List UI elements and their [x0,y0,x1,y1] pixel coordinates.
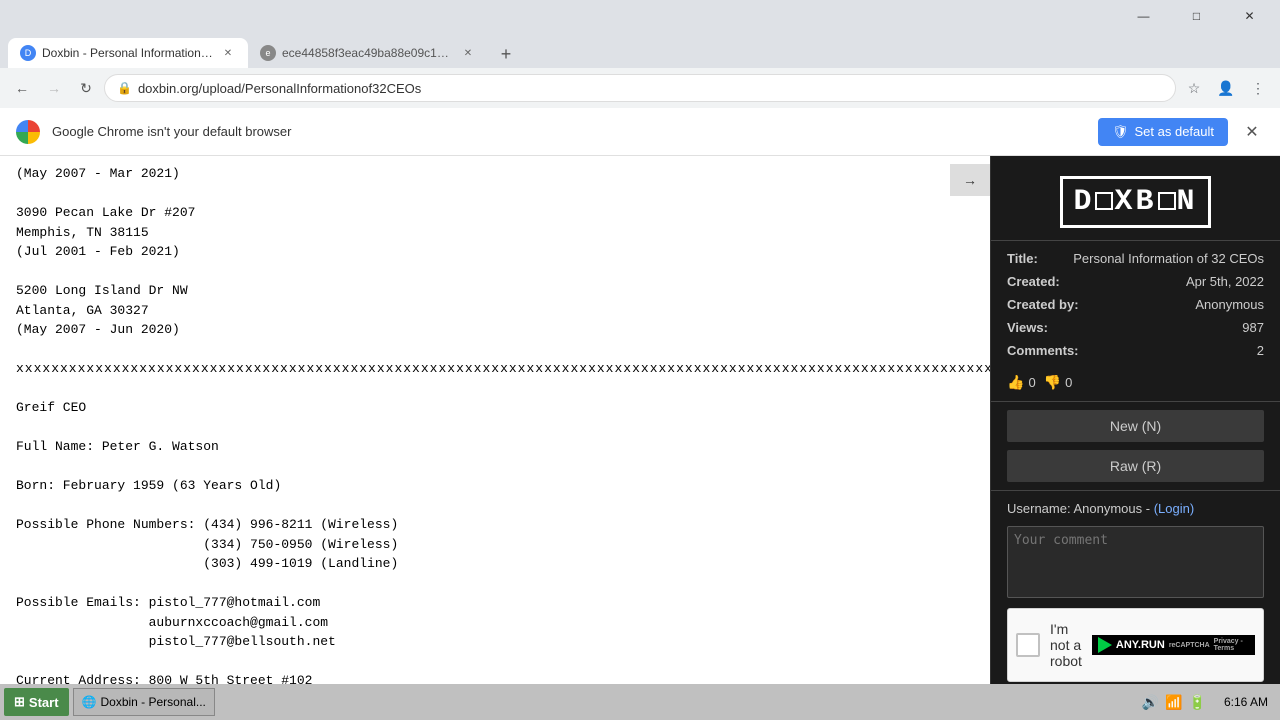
close-button[interactable]: ✕ [1227,2,1272,30]
taskbar-clock: 6:16 AM [1216,695,1276,709]
tab-1[interactable]: D Doxbin - Personal Information of 32...… [8,38,248,68]
views-row: Views: 987 [1007,318,1264,337]
url-text: doxbin.org/upload/PersonalInformationof3… [138,81,1163,96]
start-label: Start [29,695,59,710]
taskbar-system-icons: 🔊 📶 🔋 [1136,694,1212,711]
chrome-favicon: 🌐 [82,695,97,709]
logo-container: DXBN [991,156,1280,240]
created-label: Created: [1007,274,1060,289]
tabs-bar: D Doxbin - Personal Information of 32...… [0,32,1280,68]
thumbs-up-button[interactable]: 👍 0 [1007,374,1036,391]
title-value: Personal Information of 32 CEOs [1073,251,1264,266]
windows-icon: ⊞ [14,694,25,710]
bookmark-button[interactable]: ☆ [1180,74,1208,102]
taskbar: ⊞ Start 🌐 Doxbin - Personal... 🔊 📶 🔋 6:1… [0,684,1280,720]
tab-title-1: Doxbin - Personal Information of 32... [42,46,214,60]
shield-icon: 🛡 [1112,124,1129,140]
views-value: 987 [1242,320,1264,335]
tab-close-2[interactable]: ✕ [460,45,476,61]
divider-1 [991,401,1280,402]
main-area: → (May 2007 - Mar 2021) 3090 Pecan Lake … [0,156,1280,720]
thumbs-up-count: 0 [1028,375,1035,390]
arrow-button[interactable]: → [950,164,990,196]
username-row: Username: Anonymous - (Login) [991,495,1280,522]
content-area: → (May 2007 - Mar 2021) 3090 Pecan Lake … [0,156,990,720]
anyrun-logo: ANY.RUN reCAPTCHA Privacy - Terms [1092,635,1255,655]
dox-content: (May 2007 - Mar 2021) 3090 Pecan Lake Dr… [0,156,990,720]
recaptcha-label: I'm not a robot [1050,621,1082,669]
taskbar-item-label: Doxbin - Personal... [100,695,205,709]
login-link[interactable]: (Login) [1154,501,1194,516]
comment-textarea[interactable] [1007,526,1264,598]
sidebar: DXBN Title: Personal Information of 32 C… [990,156,1280,720]
url-bar[interactable]: 🔒 doxbin.org/upload/PersonalInformationo… [104,74,1176,102]
thumbs-down-button[interactable]: 👎 0 [1044,374,1073,391]
comments-row: Comments: 2 [1007,341,1264,360]
chrome-logo-icon [16,120,40,144]
views-label: Views: [1007,320,1048,335]
created-by-row: Created by: Anonymous [1007,295,1264,314]
set-default-button[interactable]: 🛡 Set as default [1098,118,1228,146]
recaptcha-privacy: Privacy - Terms [1214,638,1249,652]
lock-icon: 🔒 [117,81,132,95]
taskbar-chrome-item[interactable]: 🌐 Doxbin - Personal... [73,688,215,716]
created-by-value: Anonymous [1195,297,1264,312]
new-tab-button[interactable]: + [492,40,520,68]
address-bar: ← → ↻ 🔒 doxbin.org/upload/PersonalInform… [0,68,1280,108]
divider-2 [991,490,1280,491]
sidebar-info: Title: Personal Information of 32 CEOs C… [991,240,1280,368]
tab-title-2: ece44858f3eac49ba88e09c1d0cd55... [282,46,454,60]
anyrun-text: ANY.RUN [1116,639,1165,651]
thumbs-up-icon: 👍 [1007,374,1024,391]
banner-text: Google Chrome isn't your default browser [52,124,1086,139]
thumbs-down-count: 0 [1065,375,1072,390]
recaptcha-checkbox[interactable] [1016,633,1040,657]
play-icon [1098,637,1112,653]
back-button[interactable]: ← [8,74,36,102]
created-by-label: Created by: [1007,297,1079,312]
username-label: Username: [1007,501,1071,516]
forward-button[interactable]: → [40,74,68,102]
thumbs-down-icon: 👎 [1044,374,1061,391]
title-bar: — □ ✕ [0,0,1280,32]
raw-button[interactable]: Raw (R) [1007,450,1264,482]
doxbin-logo: DXBN [1060,176,1210,228]
profile-button[interactable]: 👤 [1212,74,1240,102]
recaptcha-branding: reCAPTCHA [1169,642,1210,649]
title-row: Title: Personal Information of 32 CEOs [1007,249,1264,268]
menu-button[interactable]: ⋮ [1244,74,1272,102]
title-label: Title: [1007,251,1038,266]
banner-close-button[interactable]: ✕ [1240,120,1264,144]
tab-2[interactable]: e ece44858f3eac49ba88e09c1d0cd55... ✕ [248,38,488,68]
speaker-icon: 🔊 [1142,694,1159,711]
created-value: Apr 5th, 2022 [1186,274,1264,289]
reactions-area: 👍 0 👎 0 [991,368,1280,397]
default-browser-banner: Google Chrome isn't your default browser… [0,108,1280,156]
username-value: Anonymous - [1073,501,1153,516]
maximize-button[interactable]: □ [1174,2,1219,30]
comments-label: Comments: [1007,343,1079,358]
clock-time: 6:16 AM [1224,695,1268,709]
battery-icon: 🔋 [1189,694,1206,711]
tab-favicon-1: D [20,45,36,61]
window-controls: — □ ✕ [1121,2,1272,30]
tab-close-1[interactable]: ✕ [220,45,236,61]
minimize-button[interactable]: — [1121,2,1166,30]
set-default-label: Set as default [1135,124,1215,139]
new-button[interactable]: New (N) [1007,410,1264,442]
created-row: Created: Apr 5th, 2022 [1007,272,1264,291]
recaptcha-area: I'm not a robot ANY.RUN reCAPTCHA Privac… [1007,608,1264,682]
tab-favicon-2: e [260,45,276,61]
refresh-button[interactable]: ↻ [72,74,100,102]
comments-value: 2 [1257,343,1264,358]
start-button[interactable]: ⊞ Start [4,688,69,716]
network-icon: 📶 [1165,694,1182,711]
toolbar-icons: ☆ 👤 ⋮ [1180,74,1272,102]
browser-frame: — □ ✕ D Doxbin - Personal Information of… [0,0,1280,720]
